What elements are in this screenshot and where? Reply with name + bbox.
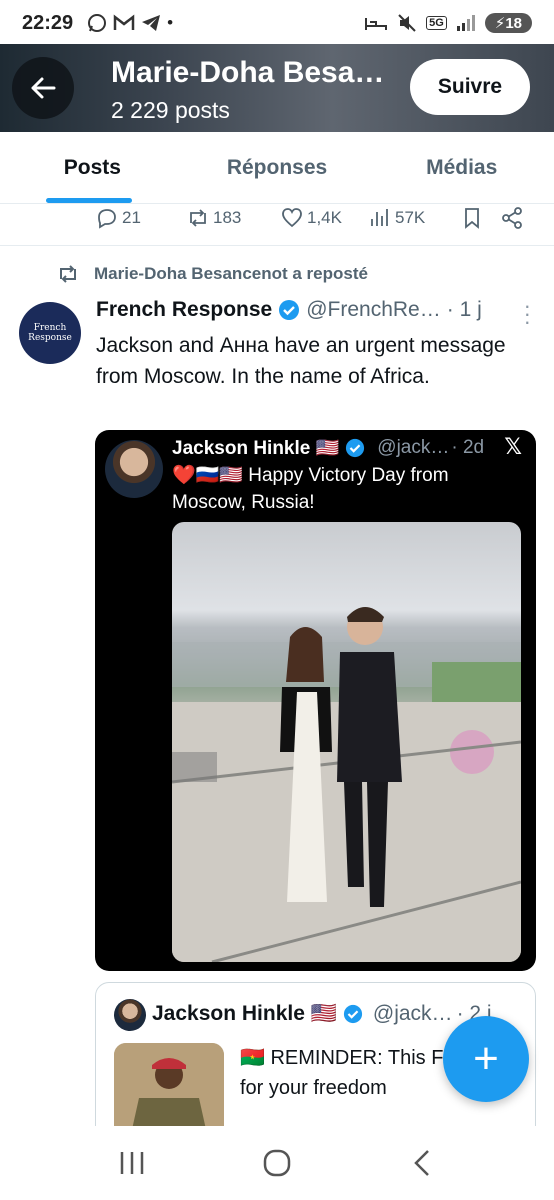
active-tab-indicator bbox=[46, 198, 132, 203]
tab-label: Posts bbox=[63, 155, 121, 179]
telegram-icon bbox=[142, 15, 161, 31]
verified-badge-icon bbox=[345, 438, 365, 458]
embed-author-avatar bbox=[105, 440, 163, 498]
views-icon bbox=[371, 209, 388, 226]
verified-badge-icon bbox=[343, 1004, 363, 1024]
heart-icon bbox=[282, 208, 302, 228]
repost-button[interactable]: 183 bbox=[186, 206, 241, 230]
profile-name: Marie-Doha Besa… bbox=[111, 56, 385, 89]
x-logo-icon: 𝕏 bbox=[504, 434, 522, 459]
chevron-left-icon bbox=[413, 1150, 429, 1176]
recent-apps-button[interactable] bbox=[102, 1133, 162, 1193]
mute-icon bbox=[398, 14, 416, 32]
photo-scene bbox=[172, 607, 521, 962]
like-button[interactable]: 1,4K bbox=[280, 206, 342, 230]
share-button[interactable] bbox=[500, 206, 524, 230]
reply-icon bbox=[98, 209, 116, 229]
views-button[interactable]: 57K bbox=[368, 206, 425, 230]
repost-count: 183 bbox=[213, 208, 242, 227]
sleep-mode-icon bbox=[365, 18, 388, 30]
repost-context-text: Marie-Doha Besancenot a reposté bbox=[94, 264, 368, 283]
status-time: 22:29 bbox=[22, 11, 74, 34]
embed-header: Jackson Hinkle 🇺🇸 @jack… · 2d bbox=[172, 436, 484, 460]
battery-indicator: ⚡18 bbox=[484, 13, 532, 33]
network-type: 5G bbox=[426, 16, 447, 30]
posts-count: 2 229 posts bbox=[111, 97, 230, 123]
tweet-text: Jackson and Анна have an urgent message … bbox=[96, 334, 506, 388]
author-avatar[interactable]: French Response bbox=[19, 302, 81, 364]
profile-tabs: Posts Réponses Médias bbox=[0, 132, 554, 204]
tab-media[interactable]: Médias bbox=[369, 132, 554, 203]
quote-header: Jackson Hinkle 🇺🇸 @jack… · 2 j bbox=[152, 1002, 492, 1026]
profile-header: Marie-Doha Besa… 2 229 posts Suivre bbox=[0, 44, 554, 132]
author-name[interactable]: French Response bbox=[96, 298, 272, 322]
back-nav-button[interactable] bbox=[392, 1133, 452, 1193]
tweet-time[interactable]: · 1 j bbox=[447, 298, 482, 322]
recents-icon bbox=[121, 1152, 144, 1174]
status-bar: 22:29 • 5G ⚡18 bbox=[0, 0, 554, 46]
back-button[interactable] bbox=[12, 57, 74, 119]
share-icon bbox=[502, 207, 522, 229]
home-icon bbox=[263, 1149, 291, 1177]
tab-label: Médias bbox=[426, 155, 498, 179]
home-button[interactable] bbox=[247, 1133, 307, 1193]
status-indicators: 5G ⚡18 bbox=[364, 13, 532, 33]
embed-text: ❤️🇷🇺🇺🇸 Happy Victory Day from Moscow, Ru… bbox=[172, 465, 449, 513]
bookmark-icon bbox=[465, 208, 479, 229]
repost-context[interactable]: Marie-Doha Besancenot a reposté bbox=[56, 262, 368, 286]
like-count: 1,4K bbox=[307, 208, 342, 227]
tweet-header: French Response @FrenchRe… · 1 j bbox=[96, 298, 536, 322]
system-nav-bar bbox=[0, 1126, 554, 1200]
avatar-text-line: French bbox=[33, 323, 67, 333]
reply-button[interactable]: 21 bbox=[95, 206, 141, 230]
reply-count: 21 bbox=[122, 208, 141, 227]
arrow-left-icon bbox=[31, 77, 56, 99]
author-handle[interactable]: @FrenchRe… bbox=[306, 298, 441, 322]
tab-label: Réponses bbox=[226, 155, 328, 179]
embed-author-handle: @jack… bbox=[377, 437, 450, 458]
quote-author-handle: @jack… bbox=[372, 1002, 453, 1025]
avatar-text-line: Response bbox=[28, 333, 72, 343]
repost-icon bbox=[190, 209, 206, 227]
status-app-icons: • bbox=[87, 13, 173, 33]
more-options-icon[interactable]: · · · bbox=[524, 295, 531, 333]
tab-replies[interactable]: Réponses bbox=[185, 132, 370, 203]
battery-level: 18 bbox=[505, 15, 522, 32]
repost-icon bbox=[60, 265, 76, 283]
view-count: 57K bbox=[395, 208, 426, 227]
tab-posts[interactable]: Posts bbox=[0, 132, 185, 203]
gmail-icon bbox=[113, 14, 135, 30]
bookmark-button[interactable] bbox=[460, 206, 484, 230]
signal-icon bbox=[456, 15, 475, 31]
status-dot: • bbox=[167, 13, 174, 32]
quote-author-name: Jackson Hinkle 🇺🇸 bbox=[152, 1002, 337, 1025]
embed-author-name: Jackson Hinkle 🇺🇸 bbox=[172, 438, 340, 459]
embedded-media-card[interactable]: Jackson Hinkle 🇺🇸 @jack… · 2d 𝕏 ❤️🇷🇺🇺🇸 H… bbox=[95, 430, 536, 971]
follow-button[interactable]: Suivre bbox=[410, 59, 530, 115]
embedded-photo[interactable] bbox=[172, 522, 521, 962]
compose-button[interactable]: + bbox=[443, 1016, 529, 1102]
verified-badge-icon bbox=[278, 299, 300, 321]
embed-time: · 2d bbox=[451, 437, 485, 458]
previous-tweet-actions: 21 183 1,4K 57K bbox=[0, 204, 554, 246]
whatsapp-icon bbox=[88, 14, 107, 32]
quote-author-avatar bbox=[114, 999, 146, 1031]
